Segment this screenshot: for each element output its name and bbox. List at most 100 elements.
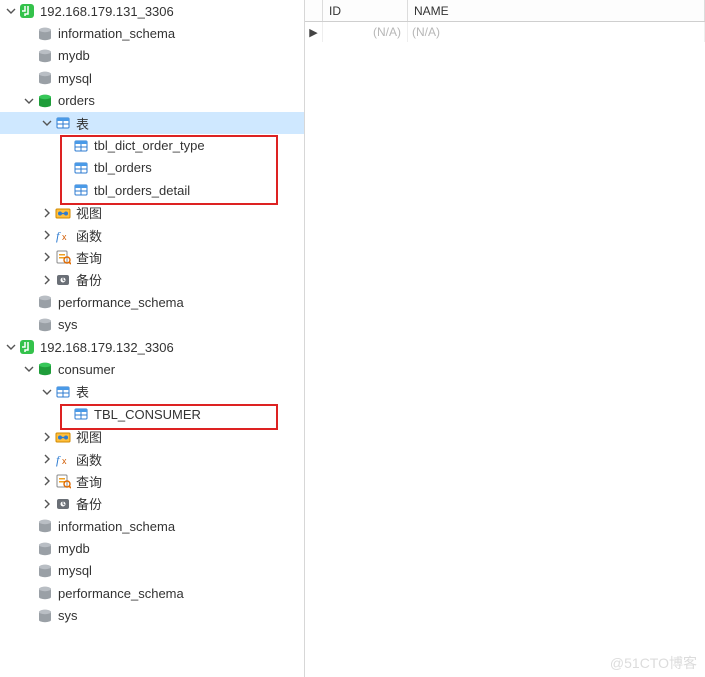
tree-item[interactable]: information_schema (0, 515, 304, 537)
database-icon (36, 584, 54, 602)
object-tree[interactable]: 192.168.179.131_3306information_schemamy… (0, 0, 304, 677)
tree-item-label: tbl_dict_order_type (94, 138, 205, 153)
chevron-right-icon[interactable] (40, 252, 54, 262)
tree-item-label: information_schema (58, 519, 175, 534)
tree-item[interactable]: 192.168.179.132_3306 (0, 336, 304, 358)
svg-text:f: f (56, 453, 61, 467)
tree-item-label: tbl_orders_detail (94, 183, 190, 198)
views-icon (54, 428, 72, 446)
tree-item[interactable]: tbl_dict_order_type (0, 134, 304, 156)
tree-item-label: sys (58, 317, 78, 332)
tables-folder-icon (54, 114, 72, 132)
database-icon (36, 293, 54, 311)
chevron-right-icon[interactable] (40, 499, 54, 509)
tree-item-label: performance_schema (58, 586, 184, 601)
tree-item-label: 备份 (76, 270, 102, 289)
tree-item[interactable]: performance_schema (0, 582, 304, 604)
tree-item-label: sys (58, 608, 78, 623)
tree-item-label: 192.168.179.131_3306 (40, 4, 174, 19)
tree-item[interactable]: 视图 (0, 425, 304, 447)
tree-item[interactable]: fx 函数 (0, 224, 304, 246)
chevron-right-icon[interactable] (40, 432, 54, 442)
table-icon (72, 181, 90, 199)
tree-item[interactable]: tbl_orders_detail (0, 179, 304, 201)
tree-item[interactable]: mydb (0, 537, 304, 559)
tree-item-label: 函数 (76, 450, 102, 469)
tree-item[interactable]: TBL_CONSUMER (0, 403, 304, 425)
tree-item[interactable]: 查询 (0, 246, 304, 268)
grid-gutter-header (305, 0, 323, 21)
grid-body: ▶(N/A)(N/A) (305, 22, 705, 42)
current-row-indicator-icon: ▶ (305, 22, 323, 42)
chevron-right-icon[interactable] (40, 454, 54, 464)
queries-icon (54, 248, 72, 266)
tree-item[interactable]: tbl_orders (0, 157, 304, 179)
app-root: 192.168.179.131_3306information_schemamy… (0, 0, 705, 677)
column-header-name[interactable]: NAME (408, 0, 705, 21)
tree-item[interactable]: orders (0, 90, 304, 112)
tree-item[interactable]: performance_schema (0, 291, 304, 313)
tree-item-label: 函数 (76, 226, 102, 245)
column-header-id[interactable]: ID (323, 0, 408, 21)
chevron-down-icon[interactable] (22, 96, 36, 106)
database-icon (36, 607, 54, 625)
chevron-down-icon[interactable] (4, 342, 18, 352)
tree-item-label: 192.168.179.132_3306 (40, 340, 174, 355)
svg-text:f: f (56, 229, 61, 243)
chevron-right-icon[interactable] (40, 230, 54, 240)
tree-item-label: mydb (58, 48, 90, 63)
database-active-icon (36, 360, 54, 378)
tree-item[interactable]: information_schema (0, 22, 304, 44)
tree-item-label: 查询 (76, 248, 102, 267)
table-icon (72, 159, 90, 177)
tree-item[interactable]: 查询 (0, 470, 304, 492)
tree-item[interactable]: sys (0, 313, 304, 335)
tree-item-label: mysql (58, 71, 92, 86)
database-icon (36, 69, 54, 87)
tree-item[interactable]: sys (0, 605, 304, 627)
table-icon (72, 137, 90, 155)
database-icon (36, 562, 54, 580)
connection-icon (18, 338, 36, 356)
grid-row[interactable]: ▶(N/A)(N/A) (305, 22, 705, 42)
tree-item[interactable]: 备份 (0, 269, 304, 291)
tables-folder-icon (54, 383, 72, 401)
tree-item[interactable]: 192.168.179.131_3306 (0, 0, 304, 22)
tree-item-label: 视图 (76, 427, 102, 446)
chevron-right-icon[interactable] (40, 476, 54, 486)
tree-item-label: 备份 (76, 494, 102, 513)
tree-item[interactable]: mysql (0, 67, 304, 89)
database-icon (36, 47, 54, 65)
tree-item[interactable]: 表 (0, 381, 304, 403)
chevron-down-icon[interactable] (40, 387, 54, 397)
database-icon (36, 540, 54, 558)
tree-item-label: 查询 (76, 472, 102, 491)
tree-item[interactable]: fx函数 (0, 448, 304, 470)
svg-text:x: x (62, 232, 67, 242)
tree-item[interactable]: consumer (0, 358, 304, 380)
chevron-down-icon[interactable] (40, 118, 54, 128)
tree-item-label: 表 (76, 114, 89, 133)
connection-icon (18, 2, 36, 20)
tree-item[interactable]: mysql (0, 560, 304, 582)
chevron-right-icon[interactable] (40, 208, 54, 218)
tree-item[interactable]: 表 (0, 112, 304, 134)
tree-item[interactable]: 备份 (0, 493, 304, 515)
tree-item-label: information_schema (58, 26, 175, 41)
chevron-right-icon[interactable] (40, 275, 54, 285)
tree-item[interactable]: mydb (0, 45, 304, 67)
grid-header: ID NAME (305, 0, 705, 22)
svg-text:x: x (62, 456, 67, 466)
database-icon (36, 25, 54, 43)
tree-item-label: performance_schema (58, 295, 184, 310)
cell-name[interactable]: (N/A) (408, 22, 705, 42)
tree-item[interactable]: 视图 (0, 202, 304, 224)
functions-icon: fx (54, 450, 72, 468)
database-active-icon (36, 92, 54, 110)
cell-id[interactable]: (N/A) (323, 22, 408, 42)
chevron-down-icon[interactable] (4, 6, 18, 16)
chevron-down-icon[interactable] (22, 364, 36, 374)
views-icon (54, 204, 72, 222)
database-icon (36, 517, 54, 535)
table-icon (72, 405, 90, 423)
